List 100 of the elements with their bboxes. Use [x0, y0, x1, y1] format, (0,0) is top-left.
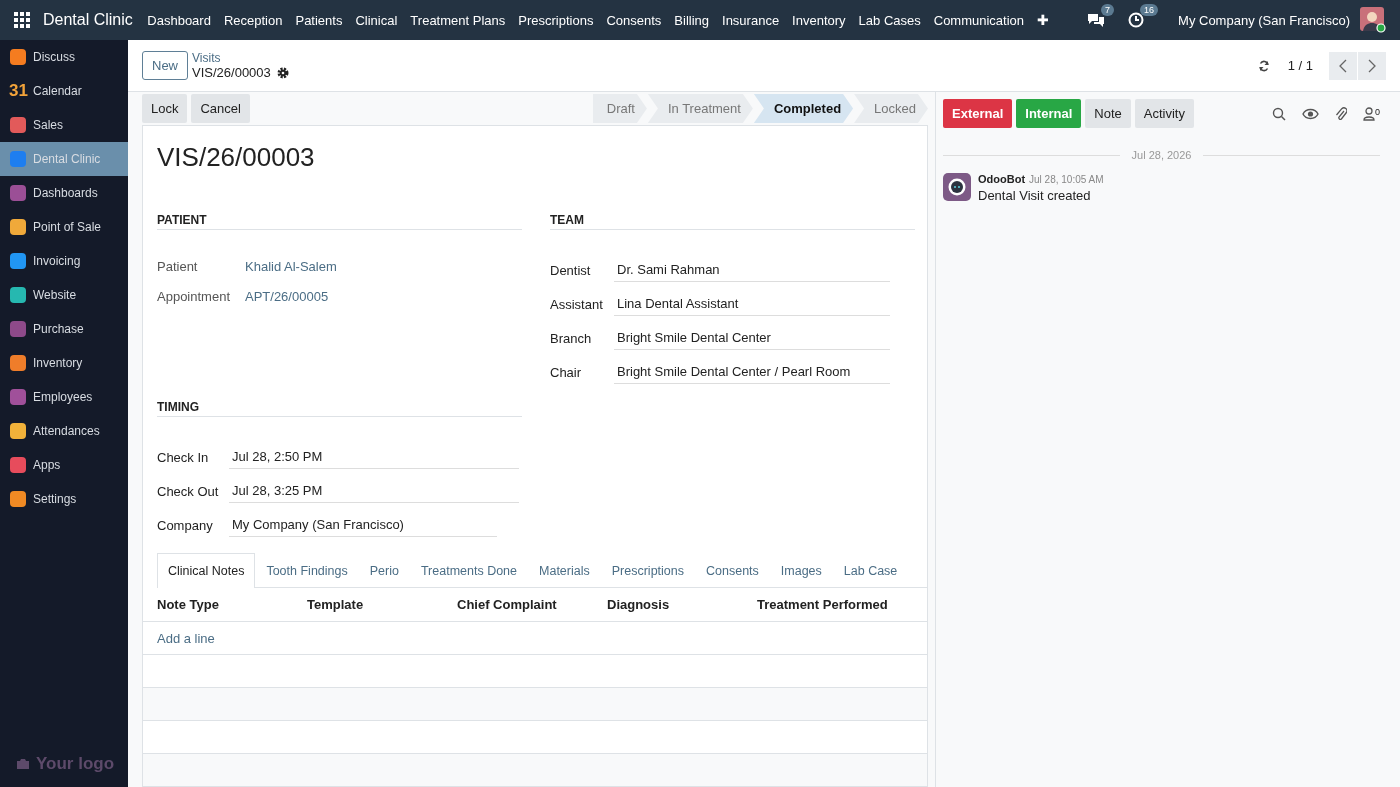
app-name[interactable]: Dental Clinic — [43, 11, 133, 29]
input-field[interactable]: Jul 28, 2:50 PM — [229, 449, 519, 469]
record-title: VIS/26/00003 — [157, 142, 316, 173]
follower-count: 0 — [1375, 106, 1380, 117]
notebook-tab[interactable]: Lab Case — [832, 553, 909, 588]
field-label: Branch — [550, 331, 593, 346]
sidebar-item[interactable]: Dashboards — [0, 176, 128, 210]
action-button[interactable]: Cancel — [191, 94, 250, 123]
input-field[interactable]: Bright Smile Dental Center — [614, 330, 890, 350]
chatter-button[interactable]: External — [943, 99, 1013, 128]
menu-item[interactable]: Consents — [599, 12, 668, 28]
input-field[interactable]: Lina Dental Assistant — [614, 296, 890, 316]
sidebar-item[interactable]: Website — [0, 278, 128, 312]
status-stage[interactable]: Locked — [854, 94, 928, 123]
chatter-button[interactable]: Activity — [1134, 99, 1194, 128]
menu-item[interactable]: Insurance — [715, 12, 786, 28]
group-title: PATIENT — [157, 213, 522, 230]
sidebar-item[interactable]: Settings — [0, 482, 128, 516]
logo-text: Your logo — [36, 754, 115, 774]
menu-item[interactable]: Treatment Plans — [403, 12, 512, 28]
person-icon[interactable] — [1363, 106, 1375, 121]
field-link[interactable]: Khalid Al-Salem — [245, 259, 337, 274]
menu-item[interactable]: Clinical — [348, 12, 404, 28]
field-label: Appointment — [157, 289, 231, 304]
field-label: Company — [157, 518, 214, 533]
sidebar-item[interactable]: Apps — [0, 448, 128, 482]
field-label: Check In — [157, 450, 210, 465]
column-header[interactable]: Note Type — [157, 588, 307, 621]
sidebar-item[interactable]: Purchase — [0, 312, 128, 346]
menu-item[interactable]: Patients — [288, 12, 349, 28]
notebook-tab[interactable]: Clinical Notes — [157, 553, 256, 588]
sidebar-item[interactable]: Point of Sale — [0, 210, 128, 244]
search-icon[interactable] — [1272, 106, 1286, 121]
refresh-icon[interactable] — [1257, 59, 1270, 72]
status-stage[interactable]: In Treatment — [647, 94, 753, 123]
field-label: Check Out — [157, 484, 220, 499]
add-line-link[interactable]: Add a line — [157, 630, 215, 646]
message-count-badge: 7 — [1101, 4, 1115, 16]
column-header[interactable]: Chief Complaint — [457, 588, 607, 621]
column-header[interactable]: Diagnosis — [607, 588, 757, 621]
new-button[interactable]: New — [142, 51, 188, 80]
menu-item[interactable]: Dashboard — [140, 12, 218, 28]
company-switcher[interactable]: My Company (San Francisco) — [1178, 12, 1350, 28]
menu-item[interactable]: Inventory — [785, 12, 853, 28]
eye-icon[interactable] — [1302, 107, 1319, 120]
notebook-tab[interactable]: Images — [769, 553, 833, 588]
notebook-tab[interactable]: Materials — [528, 553, 601, 588]
sidebar-item[interactable]: Discuss — [0, 40, 128, 74]
calendar-icon: 31 — [9, 81, 27, 101]
input-field[interactable]: Bright Smile Dental Center / Pearl Room — [614, 364, 890, 384]
message-author: OdooBot — [978, 173, 1026, 185]
add-menu-icon[interactable]: ✚ — [1030, 12, 1056, 28]
sidebar-item[interactable]: Invoicing — [0, 244, 128, 278]
notebook-tab[interactable]: Prescriptions — [600, 553, 695, 588]
message-body: Dental Visit created — [978, 188, 1092, 203]
sidebar-item[interactable]: Attendances — [0, 414, 128, 448]
notebook-tab[interactable]: Consents — [695, 553, 770, 588]
menu-item[interactable]: Communication — [927, 12, 1031, 28]
chevron-right-icon — [1368, 58, 1376, 73]
group-title: TEAM — [550, 213, 915, 230]
sidebar-item[interactable]: Employees — [0, 380, 128, 414]
camera-icon — [16, 758, 30, 770]
menu-item[interactable]: Lab Cases — [852, 12, 928, 28]
column-header[interactable]: Template — [307, 588, 457, 621]
date-separator: Jul 28, 2026 — [1131, 149, 1192, 161]
field-label: Patient — [157, 259, 199, 274]
notebook-tab[interactable]: Treatments Done — [409, 553, 529, 588]
input-field[interactable]: My Company (San Francisco) — [229, 517, 497, 537]
user-avatar[interactable] — [1360, 7, 1386, 33]
group-title: TIMING — [157, 400, 522, 417]
apps-menu-icon[interactable] — [14, 12, 30, 28]
column-header[interactable]: Treatment Performed — [757, 588, 907, 621]
menu-item[interactable]: Reception — [217, 12, 289, 28]
message-time: Jul 28, 10:05 AM — [1029, 174, 1104, 185]
clock-icon[interactable] — [1128, 12, 1145, 28]
bot-avatar — [943, 173, 971, 201]
field-label: Chair — [550, 365, 583, 380]
status-stage[interactable]: Completed — [753, 94, 854, 123]
field-link[interactable]: APT/26/00005 — [245, 289, 329, 304]
breadcrumb-link[interactable]: Visits — [192, 51, 289, 65]
input-field[interactable]: Dr. Sami Rahman — [614, 262, 890, 282]
paperclip-icon[interactable] — [1335, 105, 1347, 122]
chatter-button[interactable]: Note — [1085, 99, 1131, 128]
menu-item[interactable]: Prescriptions — [511, 12, 600, 28]
notebook-tab[interactable]: Tooth Findings — [255, 553, 359, 588]
activity-count-badge: 16 — [1140, 4, 1159, 16]
sidebar-item[interactable]: Inventory — [0, 346, 128, 380]
pager-value: 1 / 1 — [1287, 58, 1313, 73]
chevron-left-icon — [1339, 58, 1347, 73]
settings-icon[interactable] — [276, 66, 289, 79]
notebook-tab[interactable]: Perio — [358, 553, 410, 588]
field-label: Assistant — [550, 297, 604, 312]
menu-item[interactable]: Billing — [667, 12, 716, 28]
input-field[interactable]: Jul 28, 3:25 PM — [229, 483, 519, 503]
action-button[interactable]: Lock — [142, 94, 188, 123]
sidebar-item[interactable]: 31 Calendar — [0, 74, 128, 108]
sidebar-item[interactable]: Sales — [0, 108, 128, 142]
record-name: VIS/26/00003 — [192, 65, 271, 80]
chat-icon[interactable] — [1087, 12, 1105, 28]
status-stage[interactable]: Draft — [592, 94, 647, 123]
